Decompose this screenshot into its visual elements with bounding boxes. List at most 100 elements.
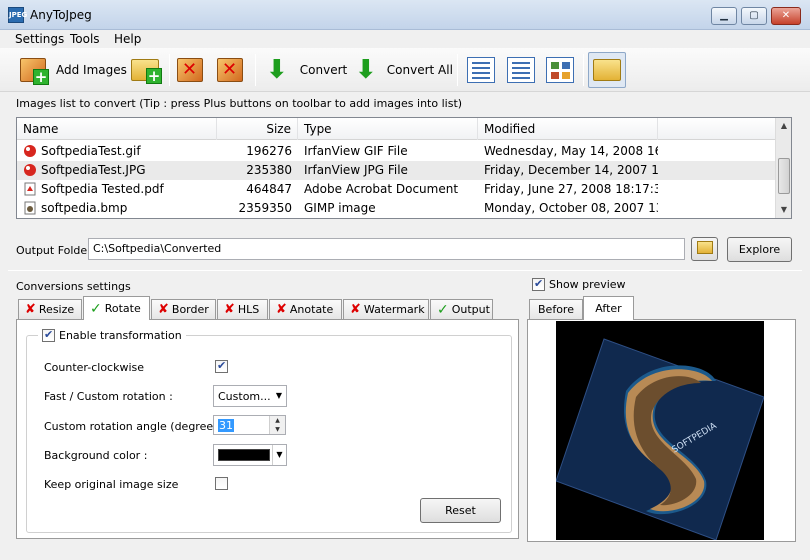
menu-settings[interactable]: Settings xyxy=(15,32,64,46)
show-preview-checkbox[interactable] xyxy=(532,277,545,291)
enable-transformation-checkbox[interactable] xyxy=(42,328,55,342)
tab-output[interactable]: ✓ Output xyxy=(430,299,493,319)
background-color-picker[interactable]: ▼ xyxy=(213,444,287,466)
tab-after[interactable]: After xyxy=(583,296,634,320)
tab-anotate[interactable]: ✘ Anotate xyxy=(269,299,342,319)
toolbar-separator xyxy=(583,54,584,86)
tab-label: Output xyxy=(451,303,490,316)
convert-all-button[interactable]: ⬇ Convert All xyxy=(355,52,453,88)
remove-all-button[interactable]: ✕ xyxy=(217,52,243,88)
column-name[interactable]: Name xyxy=(17,118,217,140)
thumbnails-view-icon xyxy=(546,57,574,83)
table-row[interactable]: SoftpediaTest.JPG 235380 IrfanView JPG F… xyxy=(17,161,776,180)
cell-size: 2359350 xyxy=(238,201,292,215)
view-list-button[interactable] xyxy=(507,52,535,88)
list-scrollbar[interactable]: ▲ ▼ xyxy=(775,118,791,218)
color-swatch xyxy=(218,449,270,461)
tab-label: HLS xyxy=(237,303,260,316)
column-type[interactable]: Type xyxy=(298,118,478,140)
menu-tools[interactable]: Tools xyxy=(70,32,100,46)
close-button[interactable]: ✕ xyxy=(771,7,801,25)
reset-button[interactable]: Reset xyxy=(420,498,501,523)
menu-help[interactable]: Help xyxy=(114,32,141,46)
column-modified[interactable]: Modified xyxy=(478,118,658,140)
add-folder-button[interactable]: + xyxy=(131,52,162,88)
tab-before[interactable]: Before xyxy=(529,299,583,319)
rotation-angle-value[interactable]: 31 xyxy=(218,419,234,432)
cell-type: IrfanView JPG File xyxy=(304,163,408,177)
add-images-icon: + xyxy=(20,58,49,85)
details-view-icon xyxy=(467,57,495,83)
pdf-icon xyxy=(24,182,36,196)
view-thumbnails-button[interactable] xyxy=(546,52,574,88)
remove-image-icon: ✕ xyxy=(177,58,203,82)
check-icon: ✓ xyxy=(90,300,102,317)
tab-watermark[interactable]: ✘ Watermark xyxy=(343,299,429,319)
title-bar: JPEG AnyToJpeg ▁ ▢ ✕ xyxy=(0,0,810,30)
tab-label: Anotate xyxy=(289,303,334,316)
spinner-buttons[interactable]: ▲ ▼ xyxy=(269,416,285,434)
images-list-label: Images list to convert (Tip : press Plus… xyxy=(16,97,463,110)
list-view-icon xyxy=(507,57,535,83)
spin-down-icon[interactable]: ▼ xyxy=(270,425,285,434)
cell-modified: Wednesday, May 14, 2008 16:4... xyxy=(484,144,658,158)
scroll-thumb[interactable] xyxy=(778,158,790,194)
folder-preview-icon xyxy=(593,59,621,81)
maximize-button[interactable]: ▢ xyxy=(741,7,767,25)
show-preview-toggle[interactable]: Show preview xyxy=(532,277,626,291)
rotated-photo: SOFTPEDIA xyxy=(556,321,764,540)
cell-name: Softpedia Tested.pdf xyxy=(41,182,164,196)
rotation-mode-value: Custom... xyxy=(218,390,271,403)
tab-hls[interactable]: ✘ HLS xyxy=(217,299,268,319)
table-row[interactable]: Softpedia Tested.pdf 464847 Adobe Acroba… xyxy=(17,180,776,199)
show-preview-label: Show preview xyxy=(549,278,626,291)
images-list[interactable]: Name Size Type Modified SoftpediaTest.gi… xyxy=(16,117,792,219)
cell-modified: Monday, October 08, 2007 13:... xyxy=(484,201,658,215)
remove-image-button[interactable]: ✕ xyxy=(177,52,203,88)
keep-size-label: Keep original image size xyxy=(44,478,179,491)
table-row[interactable]: SoftpediaTest.gif 196276 IrfanView GIF F… xyxy=(17,142,776,161)
scroll-down-icon[interactable]: ▼ xyxy=(776,202,792,218)
tab-border[interactable]: ✘ Border xyxy=(151,299,216,319)
cell-type: GIMP image xyxy=(304,201,376,215)
gimp-icon xyxy=(24,201,36,215)
enable-transformation-toggle[interactable]: Enable transformation xyxy=(38,328,186,342)
window-title: AnyToJpeg xyxy=(30,8,92,22)
cell-size: 464847 xyxy=(246,182,292,196)
rotation-angle-spinner[interactable]: 31 ▲ ▼ xyxy=(213,415,286,435)
chevron-down-icon: ▼ xyxy=(272,445,286,465)
minimize-button[interactable]: ▁ xyxy=(711,7,737,25)
rotation-mode-select[interactable]: Custom... ▼ xyxy=(213,385,287,407)
counter-clockwise-label: Counter-clockwise xyxy=(44,361,145,374)
convert-arrow-icon: ⬇ xyxy=(266,55,288,85)
cell-type: Adobe Acrobat Document xyxy=(304,182,459,196)
toolbar-separator xyxy=(169,54,170,86)
tab-label: Rotate xyxy=(104,302,141,315)
background-color-label: Background color : xyxy=(44,449,148,462)
x-icon: ✘ xyxy=(224,302,235,317)
view-details-button[interactable] xyxy=(467,52,495,88)
output-folder-label: Output Folder xyxy=(16,244,92,257)
x-icon: ✘ xyxy=(350,302,361,317)
table-row[interactable]: softpedia.bmp 2359350 GIMP image Monday,… xyxy=(17,199,776,218)
preview-panel-toggle-button[interactable] xyxy=(588,52,626,88)
column-size[interactable]: Size xyxy=(217,118,298,140)
convert-button[interactable]: ⬇ Convert xyxy=(266,52,347,88)
cell-name: SoftpediaTest.JPG xyxy=(41,163,146,177)
explore-button[interactable]: Explore xyxy=(727,237,792,262)
add-images-button[interactable]: + Add Images xyxy=(20,52,127,88)
cell-modified: Friday, December 14, 2007 14:... xyxy=(484,163,658,177)
output-folder-input[interactable]: C:\Softpedia\Converted xyxy=(88,238,685,260)
counter-clockwise-checkbox[interactable] xyxy=(215,359,228,373)
separator xyxy=(8,270,802,271)
browse-folder-button[interactable] xyxy=(691,237,718,261)
spin-up-icon[interactable]: ▲ xyxy=(270,416,285,425)
keep-size-checkbox[interactable] xyxy=(215,477,228,490)
tab-resize[interactable]: ✘ Resize xyxy=(18,299,82,319)
check-icon: ✓ xyxy=(437,301,449,318)
tab-rotate[interactable]: ✓ Rotate xyxy=(83,296,150,320)
add-folder-icon: + xyxy=(131,59,162,84)
convert-label: Convert xyxy=(299,63,348,77)
toolbar-separator xyxy=(255,54,256,86)
scroll-up-icon[interactable]: ▲ xyxy=(776,118,792,134)
